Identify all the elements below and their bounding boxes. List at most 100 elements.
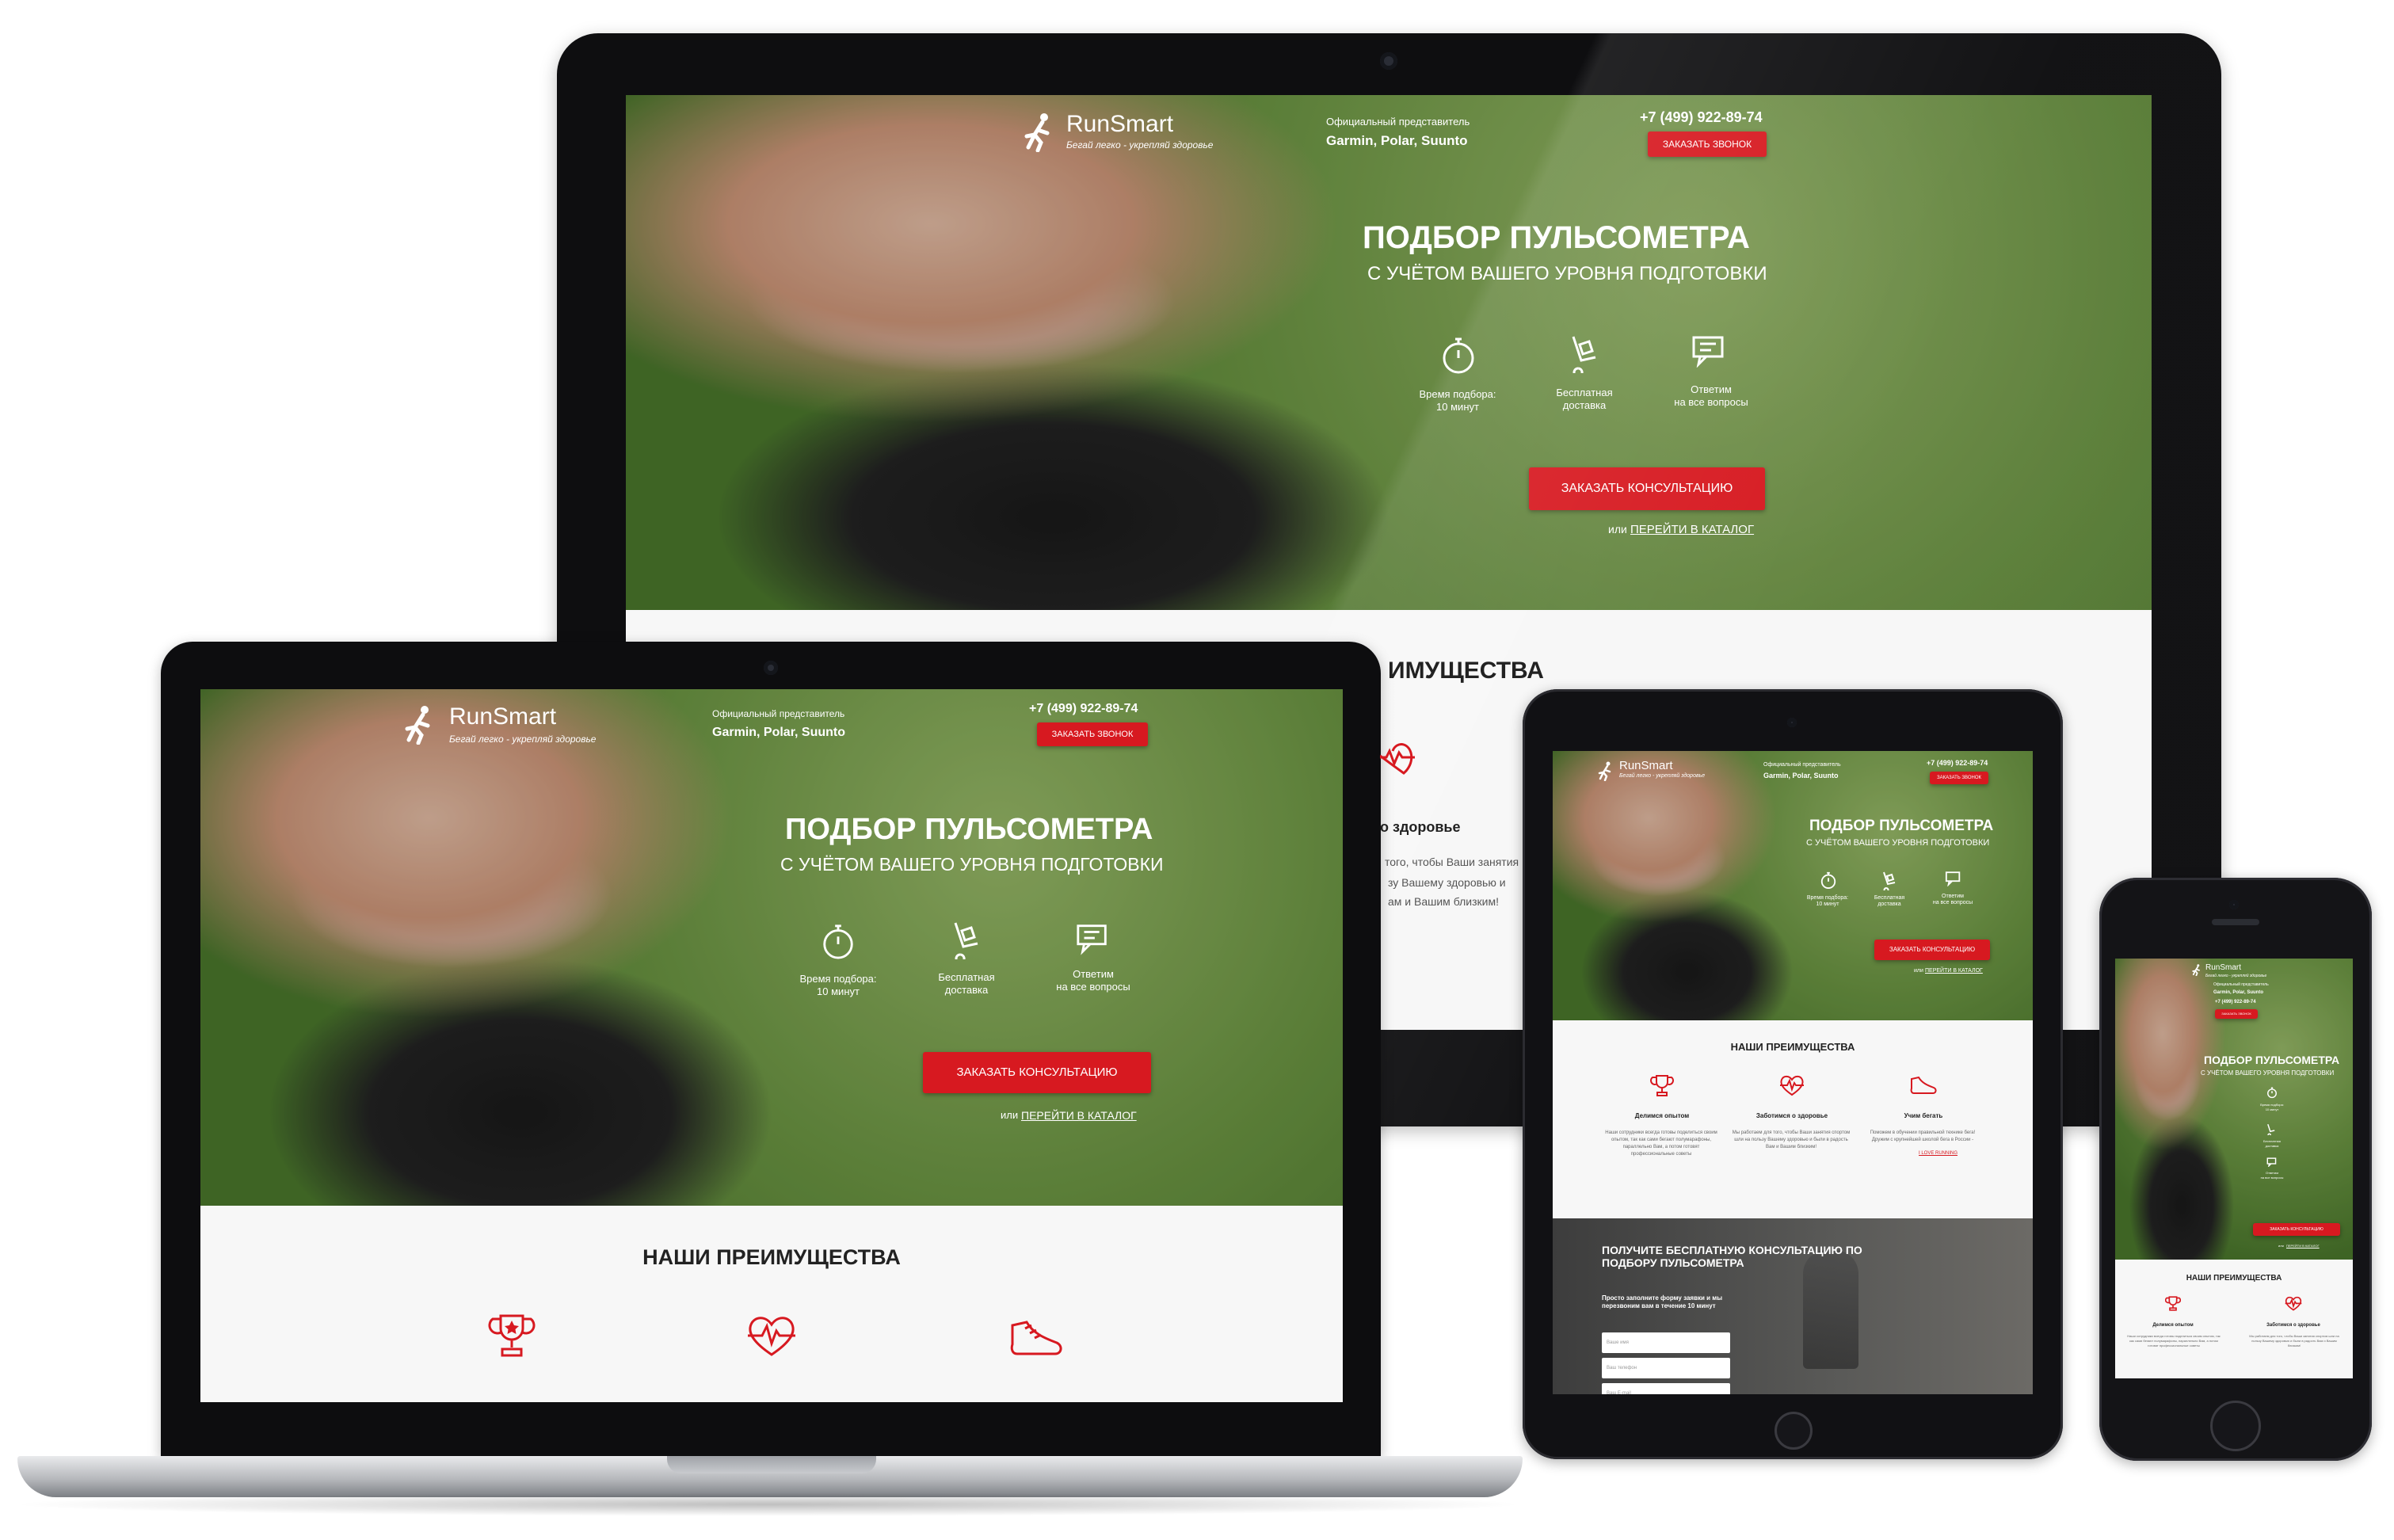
- tablet-adv-experience-title: Делимся опытом: [1634, 1112, 1690, 1119]
- phone-hero-section: RunSmart Бегай легко - укрепляй здоровье…: [2115, 959, 2353, 1260]
- tablet-form-title: ПОЛУЧИТЕ БЕСПЛАТНУЮ КОНСУЛЬТАЦИЮ ПО ПОДБ…: [1602, 1244, 1862, 1269]
- tablet-hero-section: RunSmart Бегай легко - укрепляй здоровье…: [1553, 751, 2033, 1020]
- phone-feature-time-line2: 10 минут: [2265, 1107, 2279, 1111]
- laptop-phone-number[interactable]: +7 (499) 922-89-74: [1029, 702, 1138, 716]
- laptop-stopwatch-icon: [818, 921, 858, 962]
- phone-number[interactable]: +7 (499) 922-89-74: [1640, 109, 1763, 126]
- tablet-logo-tagline: Бегай легко - укрепляй здоровье: [1619, 773, 1706, 779]
- desktop-adv-health-title-cut: о здоровье: [1380, 819, 1461, 835]
- desktop-adv-health-text-cut1: того, чтобы Ваши занятия: [1385, 856, 1519, 868]
- tablet-form-section: ПОЛУЧИТЕ БЕСПЛАТНУЮ КОНСУЛЬТАЦИЮ ПО ПОДБ…: [1553, 1218, 2033, 1394]
- consult-button[interactable]: ЗАКАЗАТЬ КОНСУЛЬТАЦИЮ: [1529, 467, 1765, 510]
- laptop-callback-button[interactable]: ЗАКАЗАТЬ ЗВОНОК: [1037, 722, 1148, 746]
- phone-feature-delivery-line2: доставка: [2265, 1144, 2279, 1148]
- hero-section: RunSmart Бегай легко - укрепляй здоровье…: [626, 95, 2152, 610]
- feature-time-line2: 10 минут: [1436, 401, 1479, 413]
- desktop-advantages-title-cut: ИМУЩЕСТВА: [1388, 658, 1544, 684]
- laptop-hero-subtitle: С УЧЁТОМ ВАШЕГО УРОВНЯ ПОДГОТОВКИ: [780, 854, 1164, 875]
- phone-hand-truck-icon: [2266, 1122, 2277, 1136]
- tablet-hero-title: ПОДБОР ПУЛЬСОМЕТРА: [1809, 818, 1994, 834]
- hand-truck-icon: [1565, 333, 1603, 374]
- laptop-logo-name[interactable]: RunSmart: [449, 703, 556, 730]
- feature-questions-line2: на все вопросы: [1674, 396, 1748, 408]
- phone-feature-questions-line1: Ответим: [2266, 1171, 2278, 1175]
- hero-subtitle: С УЧЁТОМ ВАШЕГО УРОВНЯ ПОДГОТОВКИ: [1367, 263, 1767, 284]
- tablet-stopwatch-icon: [1819, 870, 1838, 890]
- laptop-hero-title: ПОДБОР ПУЛЬСОМЕТРА: [785, 813, 1153, 846]
- laptop-hand-truck-icon: [948, 919, 985, 960]
- logo-name[interactable]: RunSmart: [1066, 111, 1173, 138]
- tablet-hero-subtitle: С УЧЁТОМ ВАШЕГО УРОВНЯ ПОДГОТОВКИ: [1806, 838, 1990, 848]
- phone-chat-icon: [2266, 1157, 2278, 1168]
- laptop-notch: [667, 1456, 876, 1473]
- laptop-catalog-link[interactable]: ПЕРЕЙТИ В КАТАЛОГ: [1021, 1109, 1137, 1122]
- tablet-catalog-link[interactable]: ПЕРЕЙТИ В КАТАЛОГ: [1925, 968, 1983, 974]
- phone-adv-health-text: Мы работаем для того, чтобы Ваши занятия…: [2249, 1334, 2339, 1348]
- tablet-phone-input[interactable]: Ваш телефон: [1602, 1358, 1730, 1378]
- laptop-chat-icon: [1073, 921, 1113, 957]
- phone-heart-pulse-icon: [2285, 1294, 2302, 1312]
- tablet-hand-truck-icon: [1881, 870, 1898, 890]
- laptop-or-text: или: [1001, 1109, 1019, 1121]
- logo-tagline: Бегай легко - укрепляй здоровье: [1066, 139, 1214, 151]
- laptop-feature-time-line1: Время подбора:: [799, 973, 877, 985]
- laptop-trophy-icon: [487, 1310, 536, 1361]
- phone-callback-button[interactable]: ЗАКАЗАТЬ ЗВОНОК: [2215, 1009, 2258, 1019]
- phone-consult-button[interactable]: ЗАКАЗАТЬ КОНСУЛЬТАЦИЮ: [2253, 1223, 2340, 1236]
- dealer-label: Официальный представитель: [1326, 116, 1470, 128]
- tablet-or-text: или: [1914, 968, 1923, 974]
- tablet-dealer-label: Официальный представитель: [1763, 762, 1841, 768]
- tablet-chat-icon: [1944, 870, 1963, 887]
- tablet-callback-button[interactable]: ЗАКАЗАТЬ ЗВОНОК: [1930, 772, 1988, 784]
- phone-phone-number[interactable]: +7 (499) 922-89-74: [2215, 1000, 2256, 1004]
- catalog-link[interactable]: ПЕРЕЙТИ В КАТАЛОГ: [1630, 523, 1754, 536]
- tablet-adv-health-text: Мы работаем для того, чтобы Ваши занятия…: [1732, 1130, 1851, 1149]
- callback-button[interactable]: ЗАКАЗАТЬ ЗВОНОК: [1648, 132, 1767, 157]
- tablet-form-subtitle: Просто заполните форму заявки и мы перез…: [1602, 1294, 1723, 1309]
- chat-icon: [1689, 333, 1730, 369]
- phone-logo-name[interactable]: RunSmart: [2205, 963, 2241, 972]
- tablet-adv-running-text: Поможем в обучении правильной технике бе…: [1870, 1130, 1976, 1142]
- phone-speaker: [2212, 919, 2259, 925]
- phone-screen: RunSmart Бегай легко - укрепляй здоровье…: [2115, 959, 2353, 1378]
- phone-stopwatch-icon: [2266, 1085, 2278, 1100]
- tablet-heart-pulse-icon: [1779, 1073, 1805, 1096]
- tablet-logo-name[interactable]: RunSmart: [1619, 759, 1673, 772]
- tablet-runner-logo-icon: [1597, 760, 1614, 781]
- tablet-name-input[interactable]: Ваше имя: [1602, 1332, 1730, 1353]
- phone-dealer-label: Официальный представитель: [2213, 982, 2269, 987]
- tablet-consult-button[interactable]: ЗАКАЗАТЬ КОНСУЛЬТАЦИЮ: [1874, 940, 1990, 960]
- phone-advantages-title: НАШИ ПРЕИМУЩЕСТВА: [2186, 1274, 2282, 1283]
- tablet-phone-number[interactable]: +7 (499) 922-89-74: [1927, 759, 1988, 767]
- laptop-heart-pulse-icon: [745, 1310, 798, 1359]
- tablet-screen: RunSmart Бегай легко - укрепляй здоровье…: [1553, 751, 2033, 1394]
- tablet-home-button[interactable]: [1775, 1412, 1813, 1450]
- phone-or-text: или: [2278, 1244, 2284, 1248]
- tablet-email-input[interactable]: Ваш E-mail: [1602, 1383, 1730, 1394]
- laptop-feature-delivery-line2: доставка: [944, 984, 989, 996]
- phone-adv-experience-title: Делимся опытом: [2152, 1323, 2194, 1328]
- laptop-dealer-brands: Garmin, Polar, Suunto: [712, 726, 846, 739]
- tablet-adv-running-link[interactable]: I LOVE RUNNING: [1919, 1151, 1958, 1156]
- desktop-heart-pulse-icon: [1379, 737, 1415, 780]
- tablet-dealer-brands: Garmin, Polar, Suunto: [1763, 772, 1839, 780]
- phone-hero-title: ПОДБОР ПУЛЬСОМЕТРА: [2204, 1054, 2340, 1066]
- tablet-adv-experience-text: Наши сотрудники всегда готовы поделиться…: [1605, 1130, 1717, 1157]
- feature-time-line1: Время подбора:: [1419, 388, 1496, 400]
- phone-trophy-icon: [2164, 1294, 2182, 1312]
- phone-adv-health-title: Заботимся о здоровье: [2266, 1323, 2320, 1328]
- phone-adv-experience-text: Наши сотрудники всегда готовы поделиться…: [2127, 1334, 2221, 1348]
- tablet-trophy-icon: [1649, 1073, 1675, 1098]
- tablet-adv-running-title: Учим бегать: [1904, 1112, 1943, 1119]
- monitor-camera-icon: [1380, 52, 1397, 70]
- tablet-feature-delivery-line2: доставка: [1877, 902, 1901, 907]
- laptop-consult-button[interactable]: ЗАКАЗАТЬ КОНСУЛЬТАЦИЮ: [923, 1052, 1151, 1093]
- laptop-dealer-label: Официальный представитель: [712, 708, 845, 719]
- phone-home-button[interactable]: [2210, 1401, 2261, 1451]
- laptop-hero-section: RunSmart Бегай легко - укрепляй здоровье…: [200, 689, 1343, 1206]
- laptop-feature-questions-line2: на все вопросы: [1056, 981, 1130, 993]
- laptop-runner-logo-icon: [402, 705, 438, 745]
- feature-questions-line1: Ответим: [1691, 383, 1732, 395]
- phone-catalog-link[interactable]: ПЕРЕЙТИ В КАТАЛОГ: [2286, 1244, 2320, 1248]
- phone-feature-delivery-line1: Бесплатная: [2263, 1139, 2281, 1143]
